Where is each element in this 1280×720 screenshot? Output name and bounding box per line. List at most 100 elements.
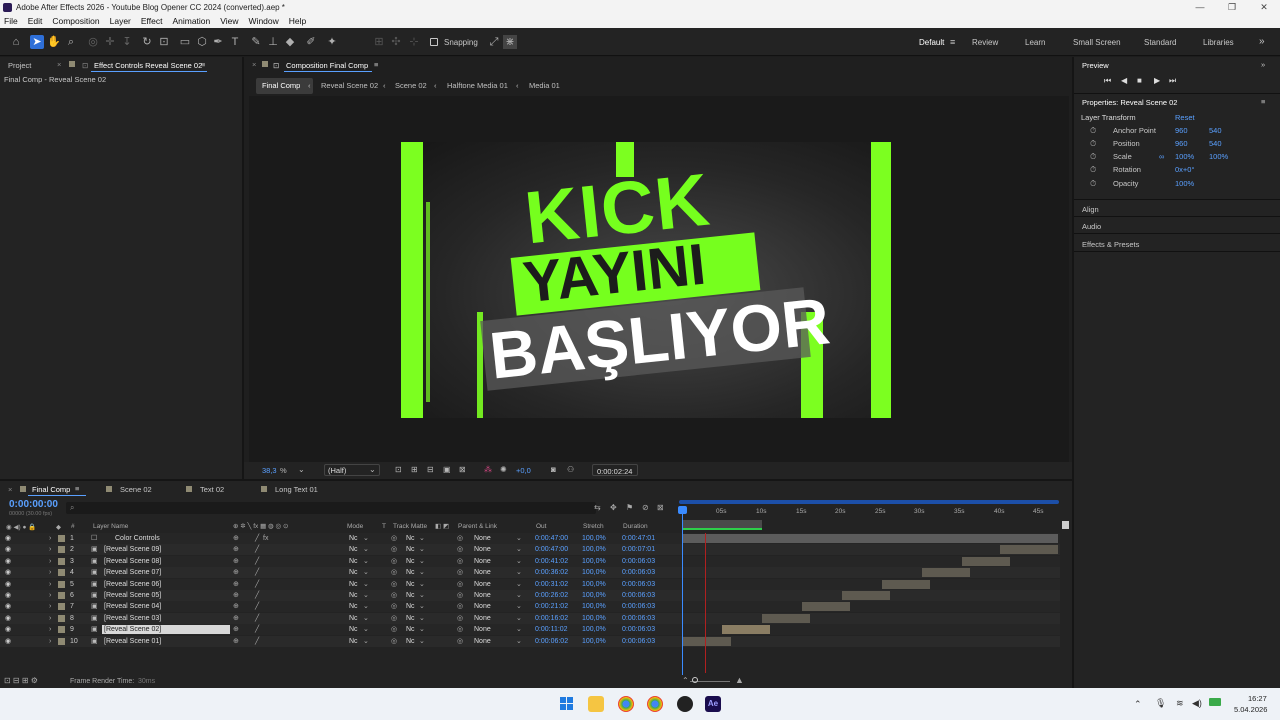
stopwatch-icon[interactable]: ⏱ bbox=[1090, 139, 1096, 149]
comp-mini-flowchart-icon[interactable]: ⇆ bbox=[594, 503, 601, 512]
label-color-swatch[interactable] bbox=[58, 592, 65, 599]
playhead-handle[interactable] bbox=[678, 506, 687, 514]
breadcrumb-reveal-scene-02[interactable]: Reveal Scene 02 bbox=[321, 81, 378, 90]
zoom-tool-icon[interactable]: ⌕ bbox=[64, 35, 78, 49]
layer-out-time[interactable]: 0:00:21:02 bbox=[535, 601, 568, 612]
parent-pickwhip-icon[interactable]: ◎ bbox=[457, 636, 463, 647]
shy-switch-icon[interactable]: ⊕ bbox=[233, 624, 239, 635]
mask-visibility-icon[interactable]: ⊟ bbox=[427, 465, 434, 474]
zoom-value[interactable]: 38,3 bbox=[262, 466, 277, 475]
breadcrumb-halftone-media-01[interactable]: Halftone Media 01 bbox=[447, 81, 508, 90]
timeline-tab-text-02[interactable]: Text 02 bbox=[200, 485, 224, 494]
timeline-tab-long-text-01[interactable]: Long Text 01 bbox=[275, 485, 318, 494]
viewer-timecode-field[interactable]: 0:00:02:24 bbox=[592, 464, 638, 476]
layer-name[interactable]: [Reveal Scene 05] bbox=[104, 590, 161, 601]
layer-duration[interactable]: 0:00:06:03 bbox=[622, 613, 655, 624]
panel-menu-icon[interactable]: ≡ bbox=[201, 60, 205, 69]
layer-duration[interactable]: 0:00:06:03 bbox=[622, 636, 655, 647]
prop-scale-y[interactable]: 100% bbox=[1209, 152, 1228, 161]
layer-stretch[interactable]: 100,0% bbox=[582, 567, 606, 578]
visibility-eye-icon[interactable]: ◉ bbox=[5, 544, 11, 555]
shy-switch-icon[interactable]: ⊕ bbox=[233, 567, 239, 578]
breadcrumb-media-01[interactable]: Media 01 bbox=[529, 81, 560, 90]
preview-panel-menu-icon[interactable]: » bbox=[1261, 60, 1265, 69]
reset-transform-button[interactable]: Reset bbox=[1175, 113, 1195, 122]
track-matte-dropdown[interactable]: Nc bbox=[406, 613, 415, 624]
section-align[interactable]: Align bbox=[1082, 205, 1099, 214]
shy-switch-icon[interactable]: ⊕ bbox=[233, 613, 239, 624]
breadcrumb-final-comp[interactable]: Final Comp bbox=[262, 81, 300, 90]
track-matte-dropdown[interactable]: Nc bbox=[406, 601, 415, 612]
track-matte-dropdown[interactable]: Nc bbox=[406, 579, 415, 590]
exposure-value[interactable]: +0,0 bbox=[516, 466, 531, 475]
layer-row[interactable]: ◉ › 8 ▣ [Reveal Scene 03] ⊕ ╱ Nc ⌄ ◎ Nc ⌄ ◎ None ⌄ 0:00… bbox=[0, 612, 1060, 624]
quality-switch-icon[interactable]: ╱ bbox=[255, 624, 259, 635]
orbit-tool-icon[interactable]: ◎ bbox=[86, 35, 100, 49]
layer-stretch[interactable]: 100,0% bbox=[582, 556, 606, 567]
properties-menu-icon[interactable]: ≡ bbox=[1261, 97, 1265, 106]
layer-duration[interactable]: 0:00:06:03 bbox=[622, 556, 655, 567]
prop-scale-x[interactable]: 100% bbox=[1175, 152, 1194, 161]
workspace-review[interactable]: Review bbox=[972, 38, 998, 47]
tab-composition[interactable]: Composition Final Comp bbox=[286, 61, 368, 70]
dolly-tool-icon[interactable]: ↧ bbox=[120, 35, 134, 49]
layer-name[interactable]: [Reveal Scene 02] bbox=[104, 624, 161, 635]
layer-stretch[interactable]: 100,0% bbox=[582, 624, 606, 635]
label-color-swatch[interactable] bbox=[58, 580, 65, 588]
parent-dropdown[interactable]: None bbox=[474, 601, 491, 612]
exposure-icon[interactable]: ✺ bbox=[500, 465, 507, 474]
minimize-button[interactable]: — bbox=[1184, 0, 1216, 15]
layer-duration-bar[interactable] bbox=[801, 602, 851, 612]
visibility-eye-icon[interactable]: ◉ bbox=[5, 601, 11, 612]
anchor-icon[interactable]: ⊹ bbox=[407, 35, 421, 49]
layer-row[interactable]: ◉ › 5 ▣ [Reveal Scene 06] ⊕ ╱ Nc ⌄ ◎ Nc ⌄ ◎ None ⌄ 0:00… bbox=[0, 578, 1060, 590]
menu-window[interactable]: Window bbox=[249, 15, 279, 28]
prop-position-x[interactable]: 960 bbox=[1175, 139, 1188, 148]
visibility-eye-icon[interactable]: ◉ bbox=[5, 636, 11, 647]
layer-duration-bar[interactable] bbox=[1000, 545, 1058, 555]
last-frame-icon[interactable]: ⏭ bbox=[1169, 76, 1176, 86]
transparency-grid-icon[interactable]: ⊞ bbox=[411, 465, 418, 474]
comp-panel-menu-icon[interactable]: ≡ bbox=[374, 60, 378, 69]
timeline-tab-menu-icon[interactable]: ≡ bbox=[75, 484, 79, 493]
shy-layers-icon[interactable]: ⚑ bbox=[626, 503, 633, 512]
track-matte-dropdown[interactable]: Nc bbox=[406, 567, 415, 578]
mode-dropdown[interactable]: Nc bbox=[349, 533, 358, 544]
section-effects-presets[interactable]: Effects & Presets bbox=[1082, 240, 1139, 249]
visibility-eye-icon[interactable]: ◉ bbox=[5, 567, 11, 578]
mode-dropdown[interactable]: Nc bbox=[349, 556, 358, 567]
distribute-icon[interactable]: ✣ bbox=[389, 35, 403, 49]
next-frame-icon[interactable]: ▶ bbox=[1154, 76, 1160, 85]
parent-pickwhip-icon[interactable]: ◎ bbox=[457, 533, 463, 544]
align-icon[interactable]: ⊞ bbox=[372, 35, 386, 49]
brush-tool-icon[interactable]: ✎ bbox=[249, 35, 263, 49]
layer-duration-bar[interactable] bbox=[881, 579, 931, 589]
prop-anchor-x[interactable]: 960 bbox=[1175, 126, 1188, 135]
track-matte-dropdown[interactable]: Nc bbox=[406, 624, 415, 635]
parent-pickwhip-icon[interactable]: ◎ bbox=[457, 556, 463, 567]
track-matte-dropdown[interactable]: Nc bbox=[406, 533, 415, 544]
frame-blending-icon[interactable]: ⊘ bbox=[642, 503, 649, 512]
eraser-tool-icon[interactable]: ◆ bbox=[283, 35, 297, 49]
workspace-menu-icon[interactable]: ≡ bbox=[950, 37, 955, 47]
workspace-learn[interactable]: Learn bbox=[1025, 38, 1045, 47]
layer-out-time[interactable]: 0:00:47:00 bbox=[535, 544, 568, 555]
rectangle-tool-icon[interactable]: ▭ bbox=[178, 35, 192, 49]
layer-name[interactable]: [Reveal Scene 09] bbox=[104, 544, 161, 555]
show-snapshot-icon[interactable]: ⚇ bbox=[567, 465, 574, 474]
hand-tool-icon[interactable]: ✋ bbox=[47, 35, 61, 49]
quality-switch-icon[interactable]: ╱ bbox=[255, 579, 259, 590]
expand-arrow-icon[interactable]: › bbox=[49, 624, 51, 635]
rotate-tool-icon[interactable]: ↻ bbox=[140, 35, 154, 49]
windows-start-icon[interactable] bbox=[559, 696, 575, 712]
home-icon[interactable]: ⌂ bbox=[9, 35, 23, 49]
mode-dropdown[interactable]: Nc bbox=[349, 624, 358, 635]
timeline-tab-close-icon[interactable]: × bbox=[8, 485, 12, 494]
layer-duration[interactable]: 0:00:47:01 bbox=[622, 533, 655, 544]
section-audio[interactable]: Audio bbox=[1082, 222, 1101, 231]
puppet-pin-icon[interactable]: ✦ bbox=[325, 35, 339, 49]
menu-layer[interactable]: Layer bbox=[110, 15, 131, 28]
battery-icon[interactable] bbox=[1209, 698, 1221, 706]
expand-arrow-icon[interactable]: › bbox=[49, 544, 51, 555]
layer-row[interactable]: ◉ › 1 ☐ Color Controls ⊕ ╱ fx Nc ⌄ ◎ Nc ⌄ ◎ None ⌄ 0:00:… bbox=[0, 533, 1060, 544]
